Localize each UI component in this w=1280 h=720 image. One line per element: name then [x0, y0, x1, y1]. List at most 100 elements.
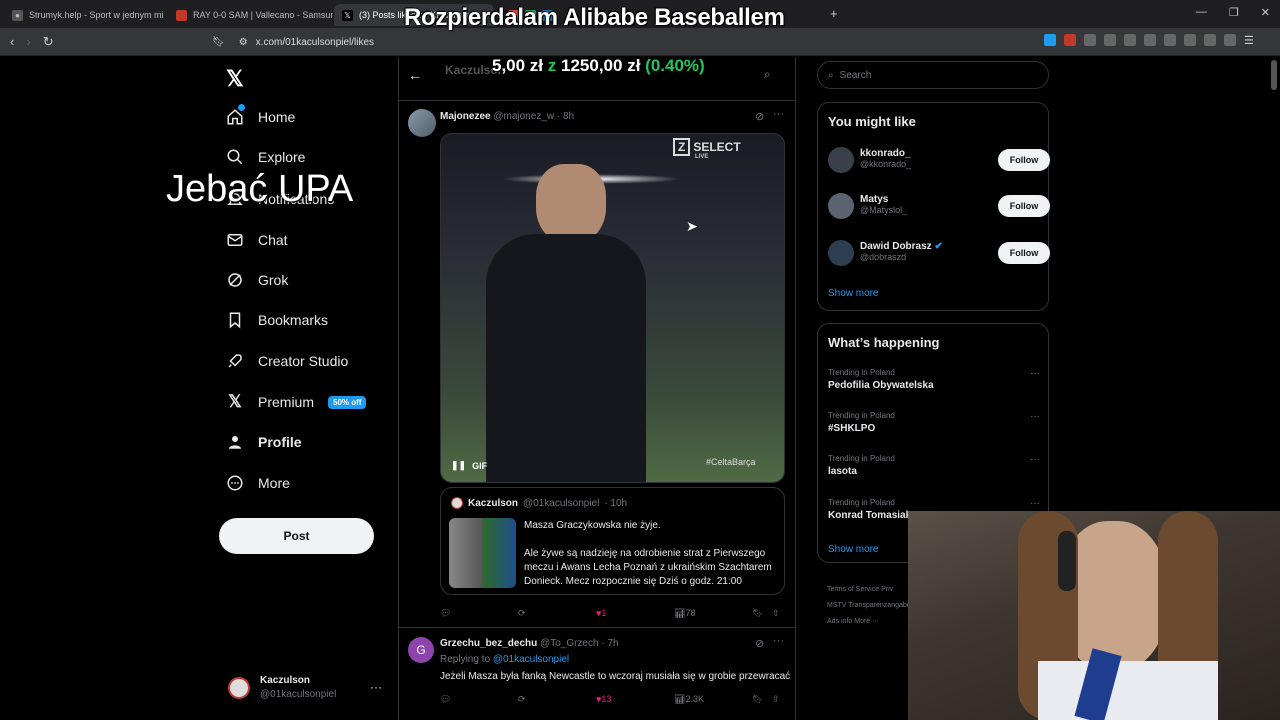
download-icon[interactable]	[1144, 34, 1156, 46]
avatar	[828, 240, 854, 266]
follow-button[interactable]: Follow	[998, 195, 1050, 217]
tweet-author-handle[interactable]: @majonez_w	[493, 111, 554, 122]
share-icon[interactable]: ⇧	[772, 694, 780, 705]
menu-icon[interactable]: ☰	[1244, 34, 1254, 47]
replying-handle[interactable]: @01kaculsonpiel	[493, 654, 569, 665]
follow-button[interactable]: Follow	[998, 242, 1050, 264]
footer-links: Terms of Service Priv MSTV Transparenzan…	[827, 582, 917, 630]
scrollbar[interactable]	[1271, 60, 1277, 90]
url-bar[interactable]: 🔖︎ ⚙︎ x.com/01kaculsonpiel/likes	[212, 32, 992, 52]
forward-icon[interactable]: ›	[26, 34, 30, 50]
views-button[interactable]: 📊︎ 2.3K	[674, 694, 704, 705]
tweet-time[interactable]: · 7h	[601, 638, 618, 649]
bookmark-star-icon[interactable]: 🔖︎	[212, 37, 225, 48]
tweet-author-name[interactable]: Majonezee	[440, 111, 491, 122]
more-dots-icon[interactable]: ···	[1030, 368, 1040, 379]
trend-item[interactable]: Trending in Poland lasota ···	[828, 454, 1040, 477]
footer-link[interactable]: Terms of Service	[827, 586, 879, 593]
suggestion-item[interactable]: Dawid Dobrasz ✔ @dobraszd Follow	[828, 238, 1050, 270]
suggestion-item[interactable]: Matys @Matyslol_ Follow	[828, 191, 1050, 223]
close-window-icon[interactable]: ✕	[1261, 6, 1270, 19]
follow-button[interactable]: Follow	[998, 149, 1050, 171]
new-tab-icon[interactable]: +	[830, 6, 838, 21]
nav-premium[interactable]: 𝕏 Premium 50% off	[226, 392, 367, 411]
trend-category: Trending in Poland	[828, 368, 895, 377]
footer-link[interactable]: Ads info	[827, 618, 852, 625]
bookmark-icon[interactable]: 🔖︎	[752, 608, 763, 619]
vpn-icon[interactable]	[1224, 34, 1236, 46]
nav-label: More	[258, 475, 290, 491]
account-switcher[interactable]: Kaczulson @01kaculsonpiel	[228, 674, 388, 702]
puzzle-icon[interactable]	[1084, 34, 1096, 46]
minimize-icon[interactable]: —	[1196, 6, 1207, 19]
tweet-text: Jeżeli Masza była fanką Newcastle to wcz…	[440, 671, 791, 682]
tweet-media-gif[interactable]: Z SELECT LIVE ➤ ❚❚ GIF #CeltaBarça	[440, 133, 785, 483]
avatar[interactable]: G	[408, 637, 434, 663]
trend-item[interactable]: Trending in Poland #SHKLPO ···	[828, 411, 1040, 434]
tweet-time[interactable]: · 8h	[557, 111, 574, 122]
maximize-icon[interactable]: ❐	[1229, 6, 1239, 19]
more-dots-icon[interactable]: ···	[773, 635, 784, 647]
show-more-link[interactable]: Show more	[828, 544, 879, 555]
like-button[interactable]: ♥ 13	[596, 694, 611, 704]
reply-icon[interactable]: 💬︎	[440, 694, 451, 705]
back-arrow-icon[interactable]: ←	[408, 67, 422, 83]
more-dots-icon[interactable]: ···	[1030, 498, 1040, 509]
show-more-link[interactable]: Show more	[828, 288, 879, 299]
grok-icon[interactable]: ⊘	[755, 637, 764, 650]
extension-icon[interactable]	[1104, 34, 1116, 46]
gif-controls[interactable]: ❚❚ GIF	[451, 460, 487, 471]
nav-creator-studio[interactable]: Creator Studio	[226, 352, 348, 370]
tweet-author-handle[interactable]: @To_Grzech	[540, 638, 599, 649]
extension-icon[interactable]	[1124, 34, 1136, 46]
tweet-author-name[interactable]: Grzechu_bez_dechu	[440, 638, 537, 649]
nav-explore[interactable]: Explore	[226, 148, 305, 166]
share-icon[interactable]: ⇧	[772, 608, 780, 619]
trend-category: Trending in Poland	[828, 411, 895, 420]
retweet-icon[interactable]: ⟳	[518, 608, 526, 619]
pause-icon[interactable]: ❚❚	[451, 460, 466, 471]
extension-icon[interactable]	[1064, 34, 1076, 46]
footer-link[interactable]: Priv	[881, 586, 893, 593]
nav-chat[interactable]: Chat	[226, 231, 288, 249]
site-info-icon[interactable]: ⚙︎	[239, 37, 248, 48]
url-text[interactable]: x.com/01kaculsonpiel/likes	[256, 37, 374, 48]
reply-icon[interactable]: 💬︎	[440, 608, 451, 619]
sidebar-icon[interactable]	[1164, 34, 1176, 46]
x-logo-icon[interactable]: 𝕏	[226, 66, 244, 92]
extension-icon[interactable]	[1044, 34, 1056, 46]
watermark-text: SELECT	[693, 140, 741, 154]
browser-tab-2[interactable]: RAY 0-0 SAM | Vallecano - Samsunsp...	[168, 4, 333, 26]
search-input[interactable]: ⌕ Search	[817, 61, 1049, 89]
tab-label: RAY 0-0 SAM | Vallecano - Samsunsp...	[193, 10, 333, 20]
extension-icon[interactable]	[1204, 34, 1216, 46]
more-dots-icon[interactable]: ···	[1030, 454, 1040, 465]
quote-author-handle: @01kaculsonpiel	[523, 497, 600, 509]
reload-icon[interactable]: ↻	[43, 34, 54, 50]
grok-icon[interactable]: ⊘	[755, 110, 764, 123]
browser-tab-1[interactable]: ● Strumyk.help - Sport w jednym miej...	[4, 4, 164, 26]
quoted-tweet[interactable]: Kaczulson @01kaculsonpiel · 10h Masza Gr…	[440, 487, 785, 595]
retweet-icon[interactable]: ⟳	[518, 694, 526, 705]
nav-grok[interactable]: Grok	[226, 271, 288, 289]
like-button[interactable]: ♥ 1	[596, 608, 606, 618]
avatar[interactable]	[408, 109, 436, 137]
trend-item[interactable]: Trending in Poland Pedofilia Obywatelska…	[828, 368, 1040, 391]
more-dots-icon[interactable]: ···	[1030, 411, 1040, 422]
nav-bookmarks[interactable]: Bookmarks	[226, 311, 328, 329]
nav-more[interactable]: More	[226, 474, 290, 492]
more-dots-icon[interactable]: ···	[370, 680, 382, 694]
more-dots-icon[interactable]: ···	[773, 108, 784, 120]
bookmark-icon[interactable]: 🔖︎	[752, 694, 763, 705]
footer-link[interactable]: MSTV Transparenzangabe	[827, 598, 917, 614]
views-button[interactable]: 📊︎ 78	[674, 608, 695, 619]
footer-link[interactable]: More ···	[854, 618, 879, 625]
back-icon[interactable]: ‹	[10, 34, 14, 50]
suggestion-item[interactable]: kkonrado_ @kkonrado_ Follow	[828, 145, 1050, 177]
nav-home[interactable]: Home	[226, 108, 295, 126]
wallet-icon[interactable]	[1184, 34, 1196, 46]
post-button[interactable]: Post	[219, 518, 374, 554]
nav-profile[interactable]: Profile	[226, 433, 302, 451]
search-icon[interactable]: ⌕	[764, 67, 771, 82]
stream-donation-overlay: 5,00 zł z 1250,00 zł (0.40%)	[492, 56, 705, 76]
